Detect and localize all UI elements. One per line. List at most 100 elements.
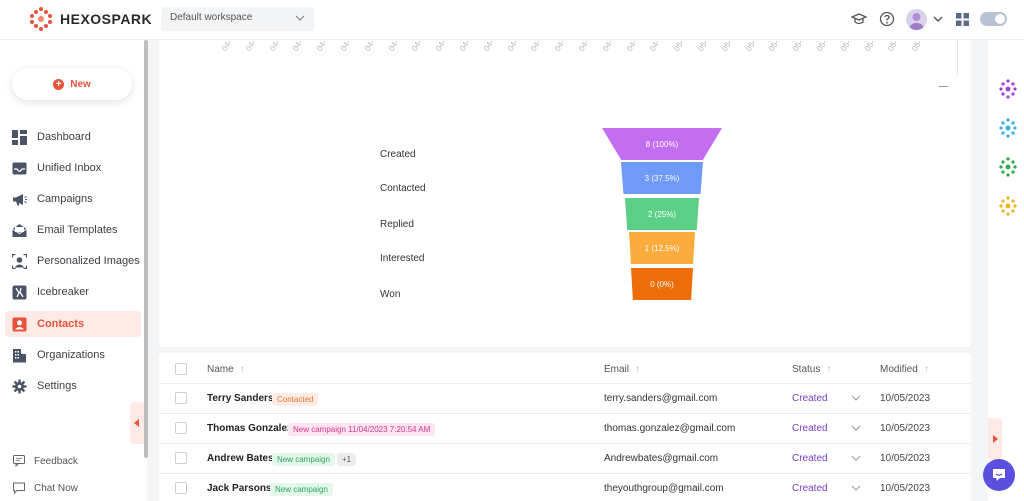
contact-name[interactable]: Jack Parsons [207, 483, 272, 494]
hexospark-logo-icon [30, 7, 52, 31]
sidebar-item-email-templates[interactable]: Email Templates [5, 217, 141, 243]
chevron-down-icon[interactable] [851, 483, 861, 493]
theme-toggle[interactable] [980, 12, 1007, 26]
purple-hex-app-icon[interactable] [998, 79, 1018, 99]
blue-hex-app-icon[interactable] [998, 118, 1018, 138]
more-tags-badge[interactable]: +1 [337, 453, 357, 466]
funnel-stage-bar[interactable]: 0 (0%) [631, 268, 693, 300]
personalized-images-icon [12, 253, 27, 269]
academy-icon[interactable] [851, 11, 867, 27]
sidebar-item-label: Settings [37, 380, 77, 392]
modified-date: 10/05/2023 [880, 453, 931, 464]
funnel-card [159, 40, 971, 347]
funnel-stage-bar[interactable]: 3 (37.5%) [621, 162, 703, 194]
row-divider [159, 473, 971, 474]
sidebar-item-unified-inbox[interactable]: Unified Inbox [5, 155, 141, 181]
contacts-icon [12, 317, 27, 331]
sidebar-scrollbar[interactable] [144, 40, 148, 458]
select-all-checkbox[interactable] [175, 363, 187, 375]
sort-arrow-icon: ↑ [239, 364, 245, 375]
contact-status[interactable]: Created [792, 453, 828, 464]
workspace-select[interactable]: Default workspace [161, 7, 314, 31]
row-checkbox[interactable] [175, 452, 187, 464]
apps-grid-icon[interactable] [956, 13, 969, 26]
sidebar-item-icebreaker[interactable]: Icebreaker [5, 279, 141, 305]
green-hex-app-icon[interactable] [998, 157, 1018, 177]
sidebar-item-settings[interactable]: Settings [5, 373, 141, 399]
column-header-label: Email [604, 364, 630, 375]
sidebar-item-label: Campaigns [37, 193, 93, 205]
new-button-label: New [70, 78, 91, 90]
chart-border [957, 40, 958, 75]
chevron-down-icon[interactable] [851, 423, 861, 433]
contact-email: theyouthgroup@gmail.com [604, 483, 724, 494]
help-icon[interactable] [879, 11, 895, 27]
sidebar-item-personalized-images[interactable]: Personalized Images [5, 248, 141, 274]
funnel-stage-value: 3 (37.5%) [644, 173, 680, 183]
sidebar-item-label: Email Templates [37, 224, 118, 236]
chat-icon [13, 482, 25, 494]
funnel-stage-value: 1 (12.5%) [644, 243, 680, 253]
sort-arrow-icon: ↑ [923, 364, 929, 375]
funnel-stage-bar[interactable]: 8 (100%) [602, 128, 722, 160]
chevron-down-icon[interactable] [851, 453, 861, 463]
icebreaker-icon [12, 285, 27, 299]
sidebar-item-label: Personalized Images [37, 255, 140, 267]
funnel-stage-value: 2 (25%) [647, 209, 676, 219]
contact-email: thomas.gonzalez@gmail.com [604, 423, 736, 434]
expand-rail-button[interactable] [988, 418, 1002, 460]
chevron-down-icon[interactable] [851, 393, 861, 403]
sidebar-item-label: Organizations [37, 349, 105, 361]
support-chat-button[interactable] [983, 459, 1015, 491]
column-header-label: Modified [880, 364, 918, 375]
sidebar-item-contacts[interactable]: Contacts [5, 311, 141, 337]
email-template-icon [12, 223, 27, 237]
yellow-hex-app-icon[interactable] [998, 196, 1018, 216]
row-checkbox[interactable] [175, 392, 187, 404]
contact-name[interactable]: Terry Sanders [207, 393, 274, 404]
campaign-tag[interactable]: New campaign [270, 483, 333, 496]
sidebar-item-label: Dashboard [37, 131, 91, 143]
chevron-down-icon[interactable] [932, 11, 944, 27]
inbox-icon [12, 162, 27, 174]
row-checkbox[interactable] [175, 422, 187, 434]
funnel-stage-label: Replied [380, 219, 414, 230]
contact-name[interactable]: Andrew Bates [207, 453, 274, 464]
chat-bubble-icon [993, 469, 1005, 481]
contact-status[interactable]: Created [792, 483, 828, 494]
modified-date: 10/05/2023 [880, 393, 931, 404]
funnel-stage-bar[interactable]: 1 (12.5%) [629, 232, 695, 264]
funnel-stage-bar[interactable]: 2 (25%) [625, 198, 699, 230]
sidebar-item-organizations[interactable]: Organizations [5, 342, 141, 368]
sidebar-item-label: Unified Inbox [37, 162, 102, 174]
row-checkbox[interactable] [175, 482, 187, 494]
feedback-icon [13, 455, 25, 467]
column-header-modified[interactable]: Modified ↑ [880, 364, 929, 375]
contact-status[interactable]: Created [792, 393, 828, 404]
column-header-label: Status [792, 364, 821, 375]
campaign-tag[interactable]: New campaign 11/04/2023 7:20:54 AM [288, 423, 436, 436]
column-header-email[interactable]: Email ↑ [604, 364, 640, 375]
new-button[interactable]: + New [12, 68, 132, 100]
chat-now-link[interactable]: Chat Now [13, 482, 78, 494]
funnel-stage-label: Contacted [380, 183, 426, 194]
user-avatar[interactable] [906, 9, 927, 30]
sidebar-item-campaigns[interactable]: Campaigns [5, 186, 141, 212]
contact-email: Andrewbates@gmail.com [604, 453, 719, 464]
campaign-tag[interactable]: Contacted [272, 393, 319, 406]
column-header-name[interactable]: Name ↑ [207, 364, 245, 375]
contact-name[interactable]: Thomas Gonzalez [207, 423, 292, 434]
funnel-stage-label: Won [380, 289, 401, 300]
campaign-tag[interactable]: New campaign [272, 453, 335, 466]
feedback-link[interactable]: Feedback [13, 455, 78, 467]
chevron-down-icon [295, 15, 305, 21]
collapse-chart-icon[interactable] [939, 86, 948, 87]
column-header-status[interactable]: Status ↑ [792, 364, 831, 375]
sidebar-item-dashboard[interactable]: Dashboard [5, 124, 141, 150]
sort-arrow-icon: ↑ [635, 364, 641, 375]
row-divider [159, 383, 971, 384]
contact-status[interactable]: Created [792, 423, 828, 434]
logo[interactable]: HEXOSPARK [28, 6, 152, 32]
chat-now-label: Chat Now [34, 482, 78, 494]
collapse-sidebar-button[interactable] [130, 402, 144, 444]
